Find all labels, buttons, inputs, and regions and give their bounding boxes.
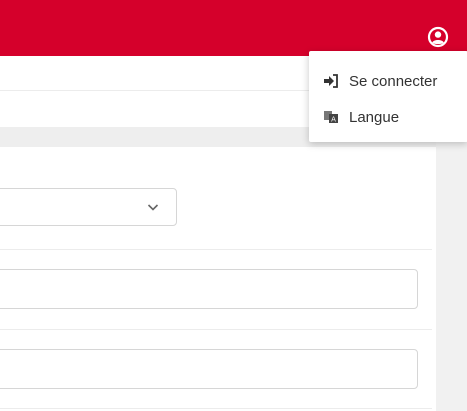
sign-in-icon	[323, 73, 339, 89]
svg-text:A: A	[331, 116, 336, 124]
chevron-down-icon	[147, 204, 159, 211]
top-header-bar	[0, 0, 467, 56]
form-divider	[0, 329, 432, 330]
menu-item-se-connecter[interactable]: Se connecter	[309, 63, 467, 99]
form-divider	[0, 408, 432, 409]
menu-item-label: Se connecter	[349, 72, 438, 90]
user-circle-icon	[427, 26, 449, 48]
user-dropdown-menu: Se connecter A Langue	[309, 51, 467, 142]
menu-item-label: Langue	[349, 108, 400, 126]
user-menu-button[interactable]	[427, 26, 449, 48]
language-icon: A	[323, 109, 339, 125]
form-text-input-1[interactable]	[0, 269, 418, 309]
menu-item-langue[interactable]: A Langue	[309, 99, 467, 135]
form-text-input-2[interactable]	[0, 349, 418, 389]
form-divider	[0, 249, 432, 250]
form-select[interactable]	[0, 188, 177, 226]
